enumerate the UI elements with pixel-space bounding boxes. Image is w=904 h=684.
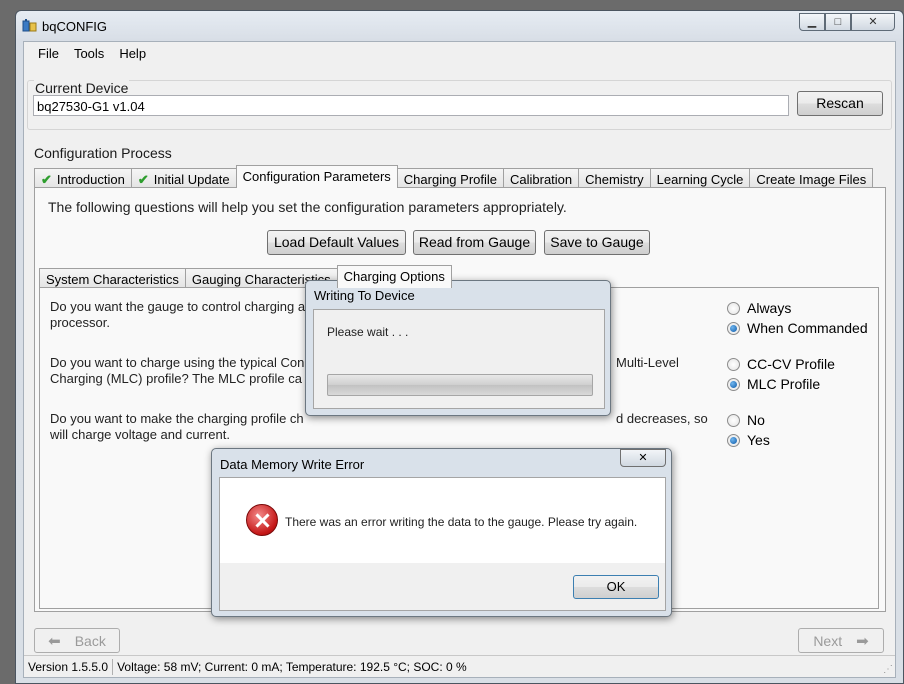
save-to-gauge-button[interactable]: Save to Gauge (544, 230, 650, 255)
title-bar[interactable]: bqCONFIG ▁ □ ✕ (16, 11, 903, 41)
radio-no[interactable]: No (727, 412, 765, 428)
radio-icon (727, 357, 740, 371)
radio-icon (727, 413, 740, 427)
question-1-line1: Do you want the gauge to control chargin… (50, 299, 306, 314)
check-icon: ✔ (41, 172, 52, 187)
next-button[interactable]: Next ➡ (798, 628, 884, 653)
error-message: There was an error writing the data to t… (285, 515, 638, 529)
subtab-label: System Characteristics (46, 272, 179, 287)
tab-label: Create Image Files (756, 172, 867, 187)
current-device-label: Current Device (34, 80, 130, 96)
tab-label: Initial Update (153, 172, 230, 187)
window-title: bqCONFIG (42, 19, 108, 34)
version-text: Version 1.5.5.0 (28, 659, 109, 674)
writing-dialog: Writing To Device Please wait . . . (305, 280, 611, 416)
readings-text: Voltage: 58 mV; Current: 0 mA; Temperatu… (117, 659, 467, 674)
radio-selected-icon (727, 377, 740, 391)
subtab-system-characteristics[interactable]: System Characteristics (39, 268, 186, 288)
radio-yes[interactable]: Yes (727, 432, 770, 448)
tab-label: Learning Cycle (656, 172, 744, 187)
tab-label: Charging Profile (403, 172, 497, 187)
please-wait-text: Please wait . . . (327, 325, 409, 339)
radio-mlc-profile[interactable]: MLC Profile (727, 376, 820, 392)
error-dialog-body: There was an error writing the data to t… (219, 477, 666, 611)
read-from-gauge-button[interactable]: Read from Gauge (413, 230, 536, 255)
rescan-button[interactable]: Rescan (797, 91, 883, 116)
minimize-icon: ▁ (807, 16, 817, 28)
load-default-values-button[interactable]: Load Default Values (267, 230, 406, 255)
error-dialog: Data Memory Write Error ✕ There was an e… (211, 448, 672, 617)
tab-label: Calibration (510, 172, 573, 187)
tab-learning-cycle[interactable]: Learning Cycle (649, 168, 751, 188)
radio-cc-cv-profile[interactable]: CC-CV Profile (727, 356, 835, 372)
radio-label: No (747, 412, 765, 428)
question-2-line1-end: Multi-Level (616, 355, 679, 370)
menu-tools[interactable]: Tools (67, 42, 112, 64)
check-icon: ✔ (137, 172, 149, 187)
tab-initial-update[interactable]: ✔ Initial Update (130, 168, 237, 188)
menu-bar: File Tools Help (24, 42, 895, 64)
config-process-label: Configuration Process (34, 145, 172, 161)
app-icon (22, 19, 37, 32)
radio-label: When Commanded (747, 320, 868, 336)
tab-charging-profile[interactable]: Charging Profile (396, 168, 504, 188)
error-dialog-close-button[interactable]: ✕ (620, 449, 666, 467)
intro-text: The following questions will help you se… (48, 199, 567, 215)
tab-label: Introduction (56, 172, 125, 187)
minimize-button[interactable]: ▁ (799, 13, 825, 31)
back-button[interactable]: ⬅ Back (34, 628, 120, 653)
ok-button[interactable]: OK (573, 575, 659, 599)
question-3-line1: Do you want to make the charging profile… (50, 411, 304, 426)
tab-calibration[interactable]: Calibration (503, 168, 580, 188)
tab-introduction[interactable]: ✔ Introduction (34, 168, 132, 188)
close-icon: ✕ (638, 452, 648, 464)
close-button[interactable]: ✕ (851, 13, 895, 31)
writing-dialog-title: Writing To Device (314, 288, 415, 303)
resize-grip-icon[interactable]: ⋰ (883, 664, 893, 675)
arrow-left-icon: ⬅ (48, 632, 61, 650)
tab-label: Configuration Parameters (242, 169, 391, 184)
question-3-line2: will charge voltage and current. (50, 427, 230, 442)
tab-chemistry[interactable]: Chemistry (578, 168, 651, 188)
menu-file[interactable]: File (31, 42, 67, 64)
maximize-button[interactable]: □ (825, 13, 851, 31)
question-3-line1-end: d decreases, so (616, 411, 708, 426)
arrow-right-icon: ➡ (856, 632, 869, 650)
next-label: Next (813, 632, 843, 649)
subtab-charging-options[interactable]: Charging Options (336, 265, 452, 288)
radio-when-commanded[interactable]: When Commanded (727, 320, 868, 336)
tab-configuration-parameters[interactable]: Configuration Parameters (235, 165, 398, 188)
back-label: Back (74, 632, 106, 649)
radio-label: CC-CV Profile (747, 356, 835, 372)
config-tabs: ✔ Introduction ✔ Initial Update Configur… (34, 164, 874, 188)
radio-label: MLC Profile (747, 376, 821, 392)
error-dialog-title: Data Memory Write Error (220, 457, 365, 472)
status-bar: Version 1.5.5.0 Voltage: 58 mV; Current:… (24, 655, 895, 677)
radio-selected-icon (727, 433, 740, 447)
current-device-field[interactable]: bq27530-G1 v1.04 (33, 95, 789, 116)
radio-always[interactable]: Always (727, 300, 791, 316)
close-icon: ✕ (868, 16, 878, 28)
maximize-icon: □ (834, 16, 842, 28)
radio-label: Yes (747, 432, 770, 448)
radio-icon (727, 301, 740, 315)
radio-label: Always (747, 300, 792, 316)
error-icon (246, 504, 278, 536)
tab-create-image-files[interactable]: Create Image Files (749, 168, 874, 188)
tab-label: Chemistry (585, 172, 644, 187)
error-message-area: There was an error writing the data to t… (220, 478, 665, 563)
writing-dialog-body: Please wait . . . (313, 309, 605, 409)
menu-help[interactable]: Help (112, 42, 154, 64)
subtabs: System Characteristics Gauging Character… (39, 264, 452, 288)
question-2-line1: Do you want to charge using the typical … (50, 355, 305, 370)
subtab-label: Charging Options (343, 269, 445, 284)
radio-selected-icon (727, 321, 740, 335)
progress-bar (327, 374, 593, 396)
